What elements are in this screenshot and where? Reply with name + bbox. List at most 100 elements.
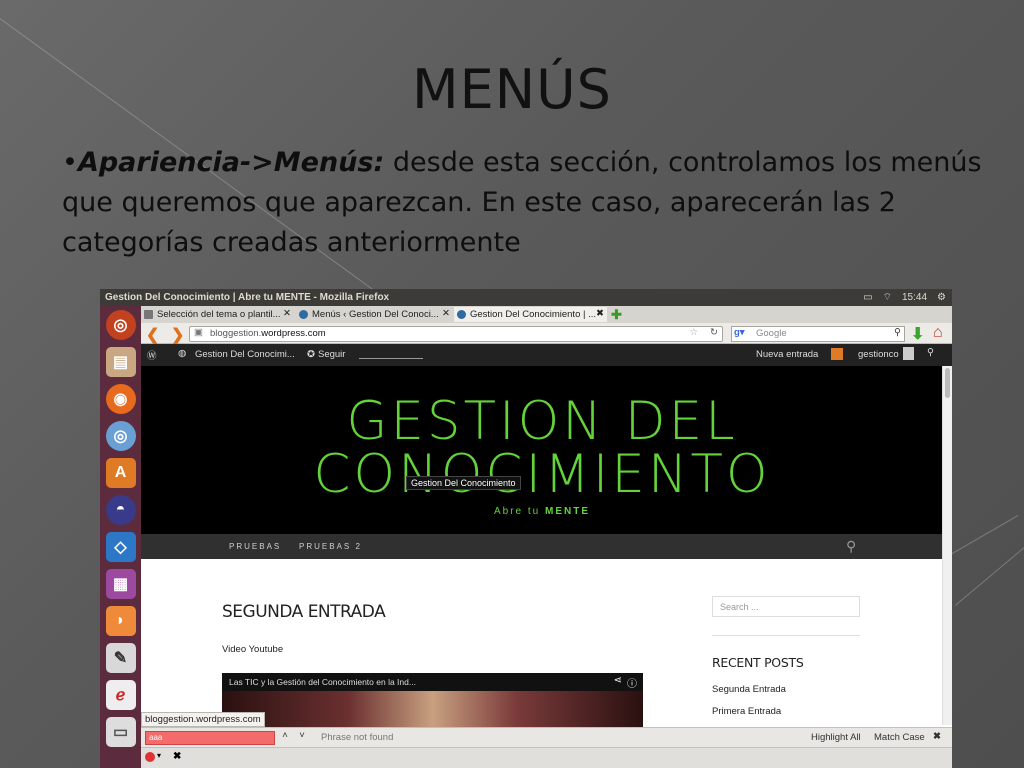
video-title[interactable]: Las TIC y la Gestión del Conocimiento en… xyxy=(229,677,416,687)
search-icon[interactable]: ⚲ xyxy=(894,327,901,338)
tab-label: Selección del tema o plantil... xyxy=(157,309,281,320)
sidebar-search[interactable]: Search ... xyxy=(712,596,860,617)
find-next-button[interactable]: ˅ xyxy=(294,730,310,741)
search-icon[interactable]: ⚲ xyxy=(927,347,934,358)
site-tagline: Abre tu MENTE xyxy=(141,506,943,517)
close-icon[interactable]: ✖ xyxy=(933,731,941,742)
decorative-line xyxy=(955,547,1024,606)
menu-item-pruebas-2[interactable]: PRUEBAS 2 xyxy=(299,542,362,551)
match-case-button[interactable]: Match Case xyxy=(874,732,925,743)
eclipse-icon[interactable]: ◓ xyxy=(105,495,136,525)
bullet: • xyxy=(62,147,78,178)
avatar[interactable] xyxy=(903,347,914,360)
address-field[interactable] xyxy=(359,349,423,359)
find-previous-button[interactable]: ˄ xyxy=(277,730,293,741)
reload-icon[interactable]: ↻ xyxy=(710,327,718,338)
sidebar-divider xyxy=(712,635,860,636)
url-bar[interactable]: ▣ bloggestion.wordpress.com ☆ ↻ xyxy=(189,326,723,342)
wifi-icon[interactable]: ⌔ xyxy=(883,291,892,304)
info-icon[interactable]: ⓘ xyxy=(627,675,637,690)
slide-title: MENÚS xyxy=(412,58,612,121)
back-icon[interactable]: ❮ xyxy=(146,325,159,345)
user-link[interactable]: gestionco xyxy=(858,349,899,360)
notification-icon[interactable] xyxy=(831,348,843,360)
tab-theme[interactable]: Selección del tema o plantil... ✕ xyxy=(141,307,294,322)
battery-icon[interactable]: ▭ xyxy=(863,292,872,303)
bookmark-star-icon[interactable]: ☆ xyxy=(689,327,698,338)
download-icon[interactable]: ⬇ xyxy=(911,324,924,344)
firefox-icon[interactable]: ◉ xyxy=(105,384,136,414)
video-title-bar: Las TIC y la Gestión del Conocimiento en… xyxy=(222,673,643,691)
slide-body: •Apariencia->Menús: desde esta sección, … xyxy=(62,143,982,263)
new-tab-button[interactable]: ✚ xyxy=(611,307,622,323)
site-identity-icon[interactable]: ▣ xyxy=(194,327,203,338)
post-subtitle: Video Youtube xyxy=(222,644,284,655)
home-icon[interactable]: ⌂ xyxy=(933,324,943,342)
gear-icon[interactable]: ⚙ xyxy=(937,292,946,303)
dropdown-icon[interactable]: ▾ xyxy=(157,751,161,760)
url-text: bloggestion.wordpress.com xyxy=(210,328,326,339)
scrollbar-thumb[interactable] xyxy=(945,368,950,398)
window-titlebar: Gestion Del Conocimiento | Abre tu MENTE… xyxy=(100,289,952,306)
tab-label: Gestion Del Conocimiento | ... xyxy=(470,309,597,320)
close-icon[interactable]: ✖ xyxy=(173,751,181,762)
post-title[interactable]: SEGUNDA ENTRADA xyxy=(222,602,386,622)
share-icon[interactable]: ⋖ xyxy=(614,675,622,686)
wp-admin-bar: Ⓦ ◍ Gestion Del Conocimi... ✪ Seguir Nue… xyxy=(141,344,952,366)
find-status: Phrase not found xyxy=(321,732,394,743)
drive-icon[interactable]: ▭ xyxy=(105,717,136,747)
tab-menus[interactable]: Menús ‹ Gestion Del Conoci... ✕ xyxy=(296,307,453,322)
wordpress-icon xyxy=(299,310,308,319)
clock[interactable]: 15:44 xyxy=(902,292,927,303)
url-domain: wordpress.com xyxy=(261,328,326,339)
addon-icon[interactable] xyxy=(145,752,155,762)
firefox-window: Selección del tema o plantil... ✕ Menús ‹… xyxy=(141,306,952,768)
workspace-icon[interactable]: ▦ xyxy=(105,569,136,599)
scrollbar[interactable] xyxy=(942,366,952,725)
follow-link[interactable]: Seguir xyxy=(318,349,345,360)
launcher: ◎ ▤ ◉ ◎ A ◓ ◇ ▦ ◗ ✎ ℯ ▭ xyxy=(100,306,141,768)
tab-label: Menús ‹ Gestion Del Conoci... xyxy=(312,309,439,320)
close-icon[interactable]: ✕ xyxy=(442,308,450,319)
new-post-link[interactable]: Nueva entrada xyxy=(756,349,818,360)
text-editor-icon[interactable]: ✎ xyxy=(105,643,136,673)
close-icon[interactable]: ✖ xyxy=(596,308,604,319)
tab-site[interactable]: Gestion Del Conocimiento | ... ✖ xyxy=(454,307,607,322)
status-url: bloggestion.wordpress.com xyxy=(141,712,265,727)
find-bar: aaa ˄ ˅ Phrase not found Highlight All M… xyxy=(141,727,952,748)
tagline-strong: MENTE xyxy=(545,506,591,517)
files-icon[interactable]: ▤ xyxy=(105,347,136,377)
find-input[interactable]: aaa xyxy=(145,731,275,745)
slice-icon[interactable]: ◗ xyxy=(105,606,136,636)
menu-item-pruebas[interactable]: PRUEBAS xyxy=(229,542,281,551)
wordpress-icon xyxy=(457,310,466,319)
dia-icon[interactable]: ◇ xyxy=(105,532,136,562)
forward-icon[interactable]: ❯ xyxy=(171,325,184,345)
tooltip: Gestion Del Conocimiento xyxy=(406,476,521,490)
site-name-link[interactable]: Gestion Del Conocimi... xyxy=(195,349,295,360)
wordpress-icon[interactable]: Ⓦ xyxy=(147,348,157,362)
globe-icon: ◍ xyxy=(178,348,187,359)
software-center-icon[interactable]: A xyxy=(105,458,136,488)
highlight-all-button[interactable]: Highlight All xyxy=(811,732,861,743)
page-icon xyxy=(144,310,153,319)
body-emphasis: Apariencia->Menús: xyxy=(77,147,385,178)
find-input-value: aaa xyxy=(149,733,163,742)
chrome-icon[interactable]: ◎ xyxy=(105,421,136,451)
site-title-line1: GESTION DEL xyxy=(346,391,738,452)
url-prefix: bloggestion. xyxy=(210,328,262,339)
screenshot: Gestion Del Conocimiento | Abre tu MENTE… xyxy=(100,289,952,768)
video-player[interactable]: Las TIC y la Gestión del Conocimiento en… xyxy=(222,673,643,733)
site-header[interactable]: GESTION DEL CONOCIMIENTO Abre tu MENTE G… xyxy=(141,366,943,534)
tab-strip: Selección del tema o plantil... ✕ Menús ‹… xyxy=(141,306,952,323)
pdf-icon[interactable]: ℯ xyxy=(105,680,136,710)
window-title: Gestion Del Conocimiento | Abre tu MENTE… xyxy=(105,292,390,303)
search-bar[interactable]: g▾ Google ⚲ xyxy=(731,326,905,342)
recent-post-link[interactable]: Primera Entrada xyxy=(712,706,781,717)
search-placeholder: Google xyxy=(756,328,787,339)
search-icon[interactable]: ⚲ xyxy=(846,538,856,555)
close-icon[interactable]: ✕ xyxy=(283,308,291,319)
sidebar-search-placeholder: Search ... xyxy=(720,602,759,612)
ubuntu-icon[interactable]: ◎ xyxy=(105,310,136,340)
recent-post-link[interactable]: Segunda Entrada xyxy=(712,684,786,695)
